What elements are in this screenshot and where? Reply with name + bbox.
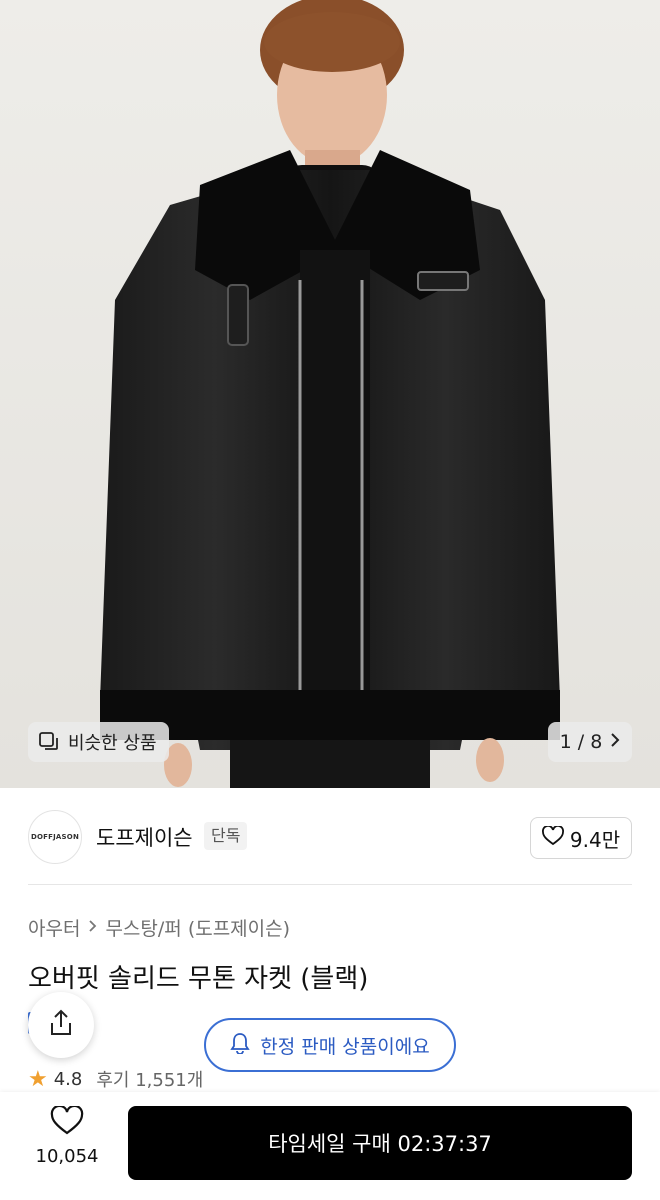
chevron-right-icon	[88, 917, 97, 938]
exclusive-badge: 단독	[204, 822, 248, 850]
product-like-count: 10,054	[35, 1146, 99, 1167]
breadcrumb-item[interactable]: 아우터	[28, 914, 80, 941]
breadcrumb-item[interactable]: 무스탕/퍼 (도프제이슨)	[105, 914, 290, 941]
rating-row[interactable]: ★ 4.8 후기 1,551개	[28, 1066, 203, 1092]
time-sale-buy-button[interactable]: 타임세일 구매 02:37:37	[128, 1106, 632, 1180]
buy-button-label: 타임세일 구매 02:37:37	[268, 1132, 492, 1156]
brand-like-count: 9.4만	[569, 827, 621, 852]
limited-sale-notice[interactable]: 한정 판매 상품이에요	[204, 1018, 456, 1072]
brand-like-button[interactable]: 9.4만	[530, 817, 632, 859]
product-title: 오버핏 솔리드 무톤 자켓 (블랙)	[28, 964, 369, 994]
breadcrumb: 아우터 무스탕/퍼 (도프제이슨)	[28, 914, 290, 941]
similar-products-button[interactable]: 비슷한 상품	[28, 722, 169, 762]
divider	[28, 884, 632, 885]
product-image-carousel[interactable]: 비슷한 상품 1 / 8	[0, 0, 660, 788]
product-like-button[interactable]: 10,054	[28, 1104, 106, 1174]
brand-logo-text: DOFFJASON	[31, 833, 79, 841]
review-count: 후기 1,551개	[96, 1070, 204, 1091]
copy-icon	[38, 731, 60, 753]
rating-value: 4.8	[53, 1068, 83, 1090]
image-page-indicator[interactable]: 1 / 8	[548, 722, 632, 762]
bell-icon	[230, 1032, 250, 1059]
chevron-right-icon	[610, 731, 620, 753]
similar-products-label: 비슷한 상품	[68, 733, 157, 754]
share-icon	[48, 1009, 74, 1041]
heart-icon	[50, 1104, 84, 1140]
limited-sale-text: 한정 판매 상품이에요	[260, 1035, 430, 1058]
page-indicator-text: 1 / 8	[559, 731, 603, 753]
product-photo	[0, 0, 660, 788]
heart-icon	[541, 824, 564, 851]
share-button[interactable]	[28, 992, 94, 1058]
star-icon: ★	[28, 1066, 48, 1092]
brand-logo[interactable]: DOFFJASON	[28, 810, 82, 864]
brand-row: DOFFJASON 도프제이슨 단독 9.4만	[0, 808, 660, 866]
bottom-action-bar: 10,054 타임세일 구매 02:37:37	[0, 1092, 660, 1200]
brand-name[interactable]: 도프제이슨	[96, 822, 193, 852]
